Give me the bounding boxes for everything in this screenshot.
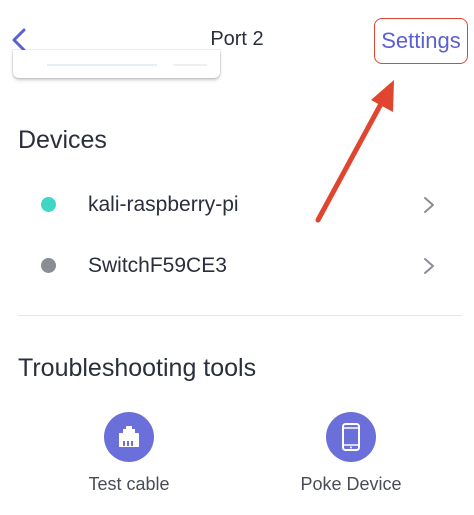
tool-icon-circle [326,412,376,462]
ethernet-port-icon [119,426,139,447]
tool-label: Test cable [88,474,170,494]
poke-device-button[interactable]: Poke Device [271,412,431,502]
chevron-right-icon [424,258,434,274]
test-cable-button[interactable]: Test cable [49,412,209,502]
settings-button[interactable]: Settings [374,18,468,64]
smartphone-icon [342,423,360,451]
device-row-switchf59ce3[interactable]: SwitchF59CE3 [0,238,474,294]
port-card-fragment [13,50,220,78]
status-dot [41,197,56,212]
status-dot [41,258,56,273]
tool-icon-circle [104,412,154,462]
device-name: kali-raspberry-pi [88,193,239,216]
divider [18,315,462,316]
tool-label: Poke Device [300,474,402,494]
troubleshooting-heading: Troubleshooting tools [18,354,257,382]
device-name: SwitchF59CE3 [88,254,227,277]
device-row-kali-raspberry-pi[interactable]: kali-raspberry-pi [0,177,474,233]
chevron-right-icon [424,197,434,213]
devices-heading: Devices [18,126,107,154]
